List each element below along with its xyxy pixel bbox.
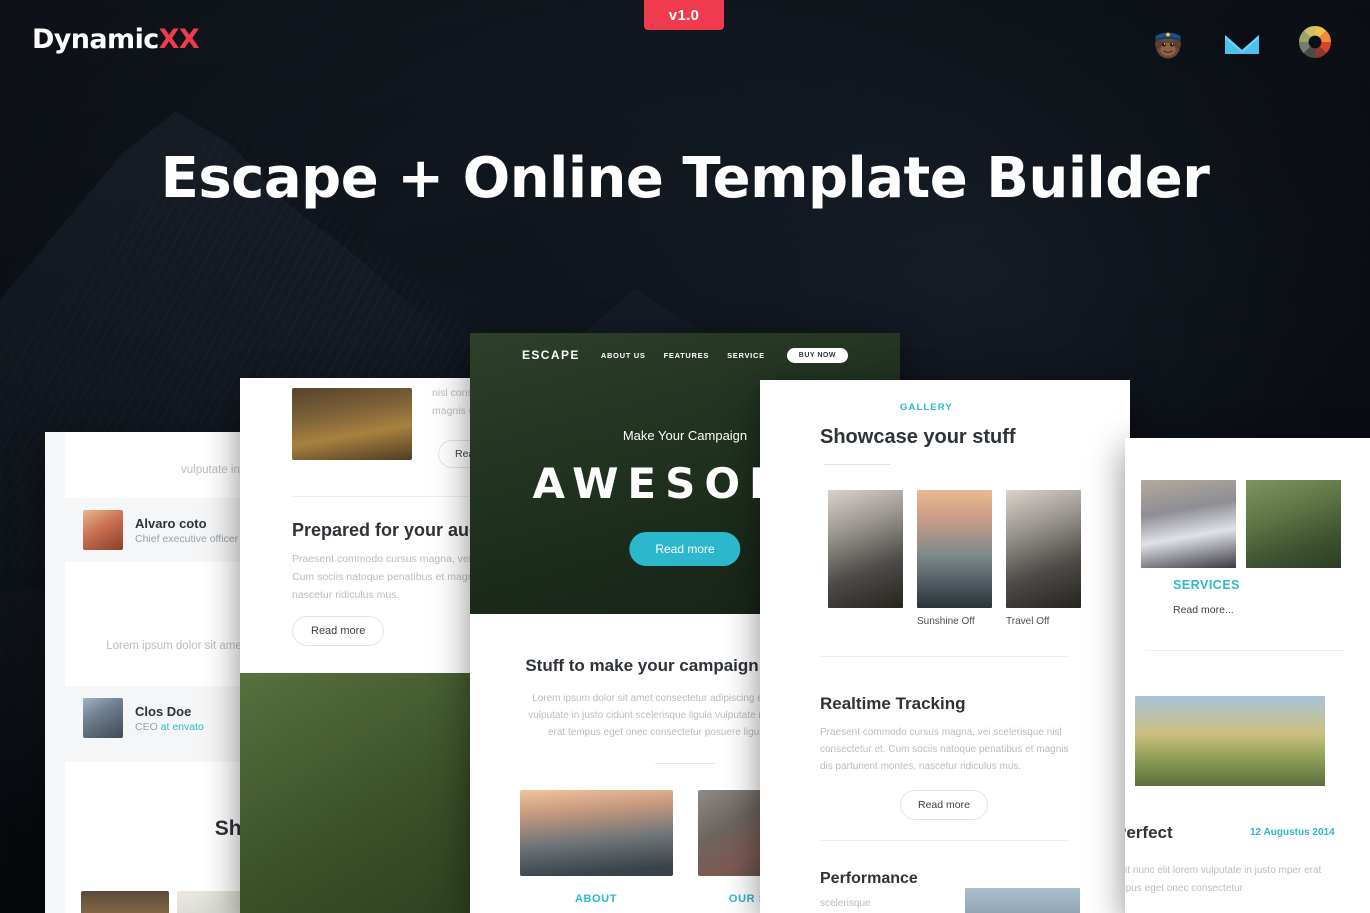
divider: [655, 763, 715, 764]
gallery-caption: [828, 616, 903, 627]
nav-link-service[interactable]: SERVICE: [727, 351, 765, 360]
post-image: [1135, 696, 1325, 786]
gallery-captions: Sunshine Off Travel Off: [828, 616, 1081, 627]
read-more-button[interactable]: Read more: [292, 616, 385, 646]
gallery-kicker: GALLERY: [900, 402, 953, 413]
column-title[interactable]: ABOUT: [520, 893, 673, 905]
nav-link-features[interactable]: FEATURES: [664, 351, 709, 360]
escape-nav-links: ABOUT US FEATURES SERVICE BUY NOW: [601, 347, 890, 363]
campaign-monitor-icon[interactable]: [1220, 20, 1264, 64]
page-title-text: Escape + Online Template Builder: [160, 146, 1210, 211]
page-title: Escape + Online Template Builder: [0, 146, 1370, 211]
services-image-row: [1141, 480, 1341, 568]
divider: [820, 656, 1070, 657]
buy-now-button[interactable]: BUY NOW: [786, 347, 848, 363]
performance-paragraph: scelerisque: [820, 898, 871, 909]
top-bar: DynamicXX v1.0: [0, 0, 1370, 78]
author-company-link[interactable]: at envato: [161, 721, 204, 733]
author-role-text: CEO: [135, 720, 161, 733]
performance-heading: Performance: [820, 870, 918, 887]
escape-hero-subtitle: Make Your Campaign: [622, 428, 748, 443]
color-wheel-icon[interactable]: [1293, 20, 1337, 64]
tracking-paragraph: Praesent commodo cursus magna, vei scele…: [820, 727, 1069, 772]
escape-logo[interactable]: ESCAPE: [522, 348, 580, 362]
brand-logo-accent: XX: [158, 24, 200, 55]
column-image[interactable]: [519, 790, 673, 876]
brand-logo[interactable]: DynamicXX: [32, 24, 200, 55]
escape-nav: ESCAPE ABOUT US FEATURES SERVICE BUY NOW: [470, 333, 900, 377]
gallery-caption-sunshine: Sunshine Off: [917, 616, 975, 627]
services-title[interactable]: SERVICES: [1173, 578, 1240, 592]
services-image[interactable]: [1246, 480, 1341, 568]
divider: [1145, 650, 1345, 651]
author-role: CEO at envato: [135, 721, 204, 733]
read-more-button[interactable]: Read more: [900, 790, 988, 820]
post-date: 12 Augustus 2014: [1250, 827, 1335, 838]
avatar: [83, 510, 123, 550]
post-heading: Perfect: [1125, 823, 1173, 842]
tracking-heading: Realtime Tracking: [820, 694, 966, 713]
brand-logo-primary: Dynamic: [32, 24, 159, 55]
nav-link-about-us[interactable]: ABOUT US: [601, 351, 646, 360]
author-name: Clos Doe: [135, 703, 192, 719]
gallery-caption-travel: Travel Off: [1006, 616, 1050, 627]
services-image[interactable]: [1141, 480, 1236, 568]
gallery-image[interactable]: [917, 490, 992, 608]
post-paragraph: g elit nunc elit lorem vulputate in just…: [1125, 865, 1322, 894]
performance-image: [965, 888, 1080, 913]
avatar: [83, 698, 123, 738]
escape-hero-title: AWESOME: [532, 459, 838, 508]
audience-thumbnail[interactable]: [292, 388, 412, 460]
version-badge: v1.0: [644, 0, 724, 30]
gallery-image[interactable]: [1006, 490, 1081, 608]
divider: [820, 840, 1070, 841]
escape-hero-cta-button[interactable]: Read more: [629, 532, 741, 566]
mailchimp-icon[interactable]: [1146, 20, 1190, 64]
author-role-text: Chief executive officer: [135, 532, 242, 545]
gallery-thumbnail[interactable]: [81, 891, 169, 913]
services-panel: SERVICES Read more... Perfect 12 Augustu…: [1125, 438, 1370, 913]
services-read-more[interactable]: Read more...: [1173, 604, 1234, 616]
escape-column-about: ABOUT Lorem ipsum dolor sit amet consetu…: [519, 790, 673, 913]
